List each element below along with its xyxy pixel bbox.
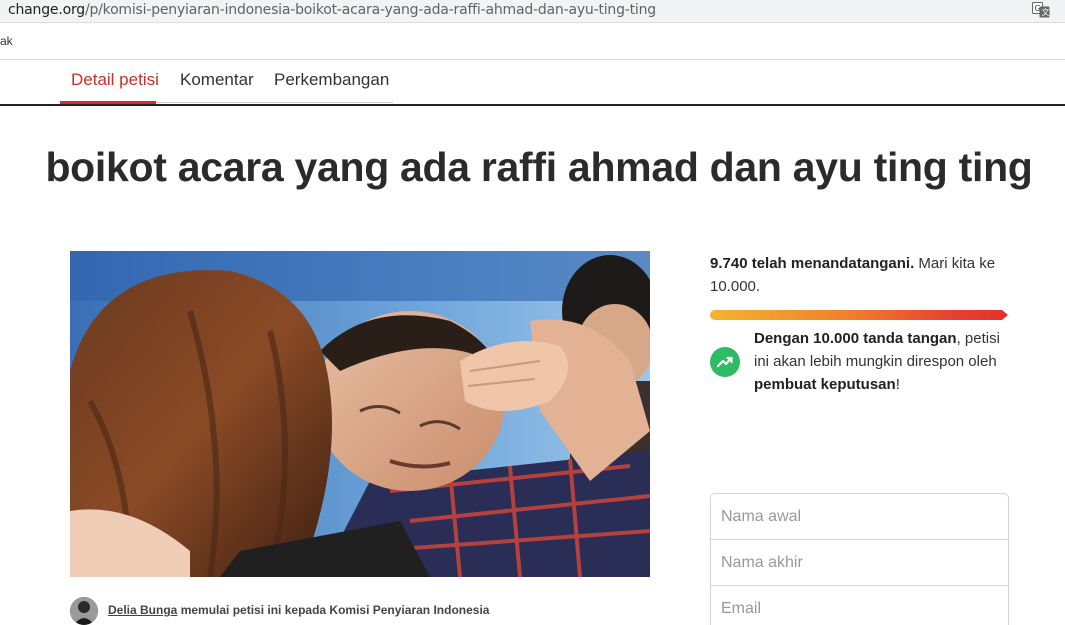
sign-form xyxy=(710,493,1009,625)
starter-name-link[interactable]: Delia Bunga xyxy=(108,603,177,617)
avatar[interactable] xyxy=(70,597,98,625)
url-text[interactable]: change.org/p/komisi-penyiaran-indonesia-… xyxy=(8,2,656,18)
email-field[interactable] xyxy=(711,586,1008,625)
first-name-field[interactable] xyxy=(711,494,1008,540)
last-name-field[interactable] xyxy=(711,540,1008,586)
petition-title: boikot acara yang ada raffi ahmad dan ay… xyxy=(45,144,1033,190)
signature-progress-bar xyxy=(710,310,1008,320)
petition-photo xyxy=(70,251,650,577)
petition-tabs: Detail petisi Komentar Perkembangan xyxy=(0,60,1065,106)
trending-up-icon xyxy=(710,347,740,377)
bookmarks-bar: ak xyxy=(0,23,1065,60)
browser-url-bar[interactable]: change.org/p/komisi-penyiaran-indonesia-… xyxy=(0,0,1065,23)
tab-detail-petisi[interactable]: Detail petisi xyxy=(71,70,159,104)
tab-divider xyxy=(156,102,393,103)
active-tab-indicator xyxy=(60,101,156,104)
goal-message: Dengan 10.000 tanda tangan, petisi ini a… xyxy=(754,330,1000,393)
tab-perkembangan[interactable]: Perkembangan xyxy=(274,70,389,104)
signature-count: 9.740 telah menandatangani. Mari kita ke… xyxy=(710,255,996,295)
starter-line: Delia Bunga memulai petisi ini kepada Ko… xyxy=(108,603,490,617)
translate-icon[interactable]: G 文 xyxy=(1032,2,1050,18)
svg-text:文: 文 xyxy=(1042,7,1050,17)
bookmark-item[interactable]: ak xyxy=(0,34,13,48)
tab-komentar[interactable]: Komentar xyxy=(180,70,254,104)
